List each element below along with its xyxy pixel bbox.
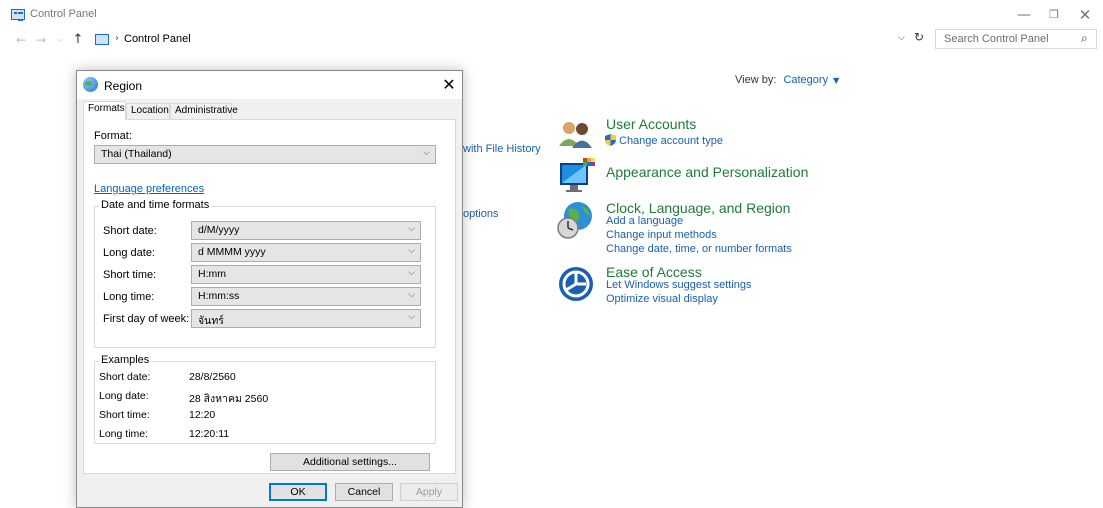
uac-shield-icon [605,134,616,146]
format-dropdown[interactable]: Thai (Thailand) ⌵ [94,145,436,164]
appearance-title[interactable]: Appearance and Personalization [606,164,808,180]
chevron-down-icon: ⌵ [408,224,415,234]
first-day-of-week-label: First day of week: [103,313,190,325]
tab-formats[interactable]: Formats [83,101,126,120]
change-input-methods-link[interactable]: Change input methods [606,229,717,241]
date-time-formats-caption: Date and time formats [99,199,212,211]
chevron-down-icon: ⌵ [408,290,415,300]
search-input[interactable]: Search Control Panel [935,29,1097,49]
view-by-label: View by: [735,74,777,86]
control-panel-icon [95,34,109,45]
chevron-down-icon: ⌵ [408,312,415,322]
example-short-date-value: 28/8/2560 [189,371,236,383]
change-formats-link[interactable]: Change date, time, or number formats [606,243,792,255]
ease-of-access-title[interactable]: Ease of Access [606,264,702,280]
language-preferences-link[interactable]: Language preferences [94,183,204,195]
file-history-link[interactable]: with File History [463,143,541,155]
example-long-time-value: 12:20:11 [189,428,230,440]
window-titlebar: Control Panel — ❐ ✕ [0,0,1103,28]
caret-down-icon[interactable]: ▼ [833,76,839,85]
search-icon[interactable]: ⌕ [1081,31,1088,46]
example-long-date-label: Long date: [99,390,149,402]
long-date-label: Long date: [103,247,155,259]
short-time-dropdown[interactable]: H:mm ⌵ [191,265,421,284]
refresh-icon[interactable]: ↻ [914,30,924,44]
optimize-visual-display-link[interactable]: Optimize visual display [606,293,718,305]
let-windows-suggest-link[interactable]: Let Windows suggest settings [606,279,752,291]
view-by: View by: Category ▼ [735,74,839,86]
region-globe-icon [83,77,98,92]
up-arrow-icon[interactable]: ↑ [70,32,86,48]
short-date-value: d/M/yyyy [198,224,240,236]
long-time-dropdown[interactable]: H:mm:ss ⌵ [191,287,421,306]
chevron-down-icon: ⌵ [408,246,415,256]
first-day-of-week-value: จันทร์ [198,315,224,327]
example-short-time-value: 12:20 [189,409,216,421]
long-time-label: Long time: [103,291,155,303]
chevron-down-icon: ⌵ [408,268,415,278]
recent-locations-chevron-icon[interactable]: ⌵ [52,32,68,48]
forward-arrow-icon[interactable]: → [33,32,49,48]
cancel-button[interactable]: Cancel [335,483,393,501]
long-date-value: d MMMM yyyy [198,246,266,258]
users-icon[interactable] [556,116,596,156]
format-dropdown-value: Thai (Thailand) [101,148,172,160]
tab-administrative[interactable]: Administrative [170,103,238,119]
short-time-value: H:mm [198,268,226,280]
example-long-date-value: 28 สิงหาคม 2560 [189,393,269,405]
date-time-formats-group: Date and time formats Short date: d/M/yy… [94,199,436,348]
user-accounts-title[interactable]: User Accounts [606,116,696,132]
change-account-type-link[interactable]: Change account type [619,135,723,147]
window-title: Control Panel [30,8,97,20]
chevron-down-icon: ⌵ [423,148,430,158]
formats-panel: Format: Thai (Thailand) ⌵ Language prefe… [83,119,456,474]
examples-group: Examples Short date: 28/8/2560 Long date… [94,354,436,444]
options-link[interactable]: options [463,208,498,220]
region-dialog: Region ✕ Formats Location Administrative… [76,70,463,508]
format-label: Format: [94,130,132,142]
close-window-button[interactable]: ✕ [1062,4,1103,26]
ok-button[interactable]: OK [269,483,327,501]
view-by-dropdown[interactable]: Category [783,74,828,86]
dialog-close-button[interactable]: ✕ [438,74,460,96]
address-bar[interactable]: › Control Panel [90,30,925,50]
apply-button[interactable]: Apply [400,483,458,501]
example-long-time-label: Long time: [99,428,149,440]
address-dropdown-icon[interactable]: ⌵ [898,33,905,43]
tab-location[interactable]: Location [126,103,170,119]
dialog-title: Region [104,79,143,93]
dialog-titlebar[interactable]: Region ✕ [77,71,462,99]
example-short-date-label: Short date: [99,371,151,383]
short-date-label: Short date: [103,225,157,237]
add-language-link[interactable]: Add a language [606,215,683,227]
first-day-of-week-dropdown[interactable]: จันทร์ ⌵ [191,309,421,328]
additional-settings-button[interactable]: Additional settings... [270,453,430,471]
ease-of-access-icon[interactable] [556,264,596,304]
examples-caption: Examples [99,354,152,366]
control-panel-icon [11,9,25,21]
long-date-dropdown[interactable]: d MMMM yyyy ⌵ [191,243,421,262]
clock-language-region-title[interactable]: Clock, Language, and Region [606,200,790,216]
breadcrumb-separator-icon[interactable]: › [115,33,119,44]
example-short-time-label: Short time: [99,409,150,421]
back-arrow-icon[interactable]: ← [13,32,29,48]
long-time-value: H:mm:ss [198,290,240,302]
globe-clock-icon[interactable] [556,200,596,240]
monitor-palette-icon[interactable] [556,157,596,197]
short-time-label: Short time: [103,269,157,281]
short-date-dropdown[interactable]: d/M/yyyy ⌵ [191,221,421,240]
breadcrumb-control-panel[interactable]: Control Panel [124,33,191,45]
